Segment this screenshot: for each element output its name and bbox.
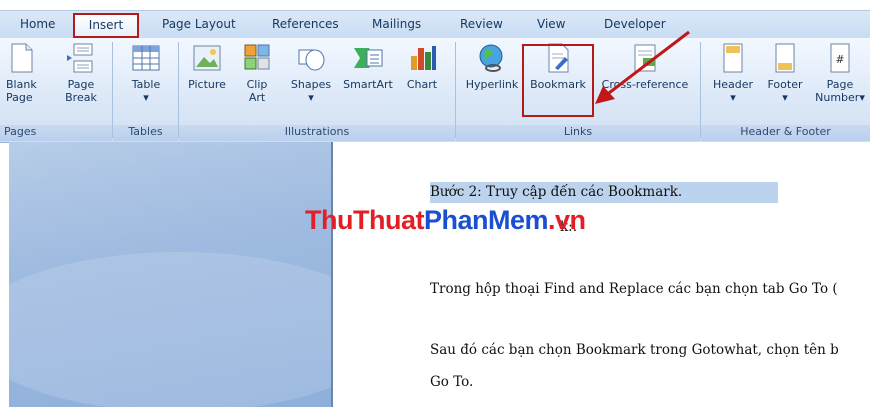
chevron-down-icon: ▾ — [143, 91, 149, 104]
page-break-icon — [67, 43, 93, 73]
page-break-label: Page Break — [65, 78, 97, 104]
shapes-button[interactable]: Shapes ▾ — [286, 42, 336, 104]
chart-button[interactable]: Chart — [402, 42, 442, 91]
group-separator — [178, 42, 179, 138]
blank-page-icon — [11, 43, 33, 73]
blank-page-button[interactable]: Blank Page — [6, 42, 38, 104]
document-line-1: Bước 2: Truy cập đến các Bookmark. — [430, 182, 779, 203]
chevron-down-icon: ▾ — [308, 91, 314, 104]
header-icon — [723, 43, 743, 73]
tab-mailings[interactable]: Mailings — [372, 17, 421, 31]
smartart-button[interactable]: SmartArt — [340, 42, 396, 91]
blank-page-label: Blank Page — [6, 78, 37, 104]
clip-art-icon — [244, 44, 270, 70]
tab-references[interactable]: References — [272, 17, 339, 31]
group-pages-label: Pages — [0, 125, 112, 141]
group-header-footer-label: Header & Footer — [701, 125, 870, 141]
tab-review[interactable]: Review — [460, 17, 503, 31]
watermark-part-3: .vn — [548, 205, 586, 235]
tab-insert-label: Insert — [88, 18, 124, 32]
tab-page-layout[interactable]: Page Layout — [162, 17, 236, 31]
table-button[interactable]: Table ▾ — [124, 42, 168, 104]
word-window: Home Insert Page Layout References Maili… — [0, 0, 870, 407]
group-separator — [700, 42, 701, 138]
ribbon-insert: Blank Page Page Break Pages Table ▾ Tabl… — [0, 30, 870, 143]
page-number-button[interactable]: # Page Number▾ — [812, 42, 868, 104]
chevron-down-icon: ▾ — [782, 91, 788, 104]
footer-icon — [775, 43, 795, 73]
document-line-5: Go To. — [430, 374, 474, 390]
watermark-part-1: ThuThuat — [305, 205, 424, 235]
svg-text:#: # — [835, 53, 844, 66]
tab-home[interactable]: Home — [20, 17, 55, 31]
smartart-label: SmartArt — [343, 78, 393, 91]
page-number-icon: # — [830, 43, 850, 73]
header-label: Header ▾ — [712, 78, 754, 104]
footer-label: Footer ▾ — [767, 78, 803, 104]
picture-icon — [193, 45, 221, 71]
globe-link-icon — [479, 44, 503, 72]
tab-view[interactable]: View — [537, 17, 565, 31]
page-number-label: Page Number▾ — [815, 78, 865, 104]
smartart-icon — [354, 48, 383, 68]
tab-insert[interactable]: Insert — [73, 13, 139, 38]
hyperlink-label: Hyperlink — [465, 78, 519, 91]
group-tables-label: Tables — [113, 125, 178, 141]
picture-label: Picture — [188, 78, 226, 91]
table-icon — [132, 45, 160, 71]
document-background-pane — [9, 142, 331, 407]
document-line-3: Trong hộp thoại Find and Replace các bạn… — [430, 281, 838, 297]
group-separator — [455, 42, 456, 138]
red-arrow-annotation — [595, 30, 690, 104]
clip-art-button[interactable]: Clip Art — [240, 42, 274, 104]
group-illustrations-label: Illustrations — [179, 125, 455, 141]
group-links-label: Links — [456, 125, 700, 141]
header-button[interactable]: Header ▾ — [708, 42, 758, 104]
group-separator — [112, 42, 113, 138]
picture-button[interactable]: Picture — [184, 42, 230, 91]
ribbon-tab-bar: Home Insert Page Layout References Maili… — [0, 10, 870, 39]
watermark-part-2: PhanMem — [423, 205, 549, 235]
bookmark-highlight-box — [522, 44, 594, 117]
selected-text: Bước 2: Truy cập đến các Bookmark. — [430, 182, 779, 203]
chart-label: Chart — [406, 78, 438, 91]
table-label: Table ▾ — [131, 78, 161, 104]
shapes-icon — [298, 49, 325, 71]
chevron-down-icon: ▾ — [730, 91, 736, 104]
watermark-logo: ThuThuatPhanMem.vn — [305, 205, 586, 236]
clip-art-label: Clip Art — [246, 78, 268, 104]
document-line-4: Sau đó các bạn chọn Bookmark trong Gotow… — [430, 342, 839, 358]
chart-icon — [411, 46, 436, 70]
hyperlink-button[interactable]: Hyperlink — [462, 42, 522, 91]
footer-button[interactable]: Footer ▾ — [760, 42, 810, 104]
shapes-label: Shapes ▾ — [290, 78, 332, 104]
background-wave — [9, 252, 331, 407]
page-break-button[interactable]: Page Break — [62, 42, 100, 104]
chevron-down-icon: ▾ — [859, 91, 865, 104]
